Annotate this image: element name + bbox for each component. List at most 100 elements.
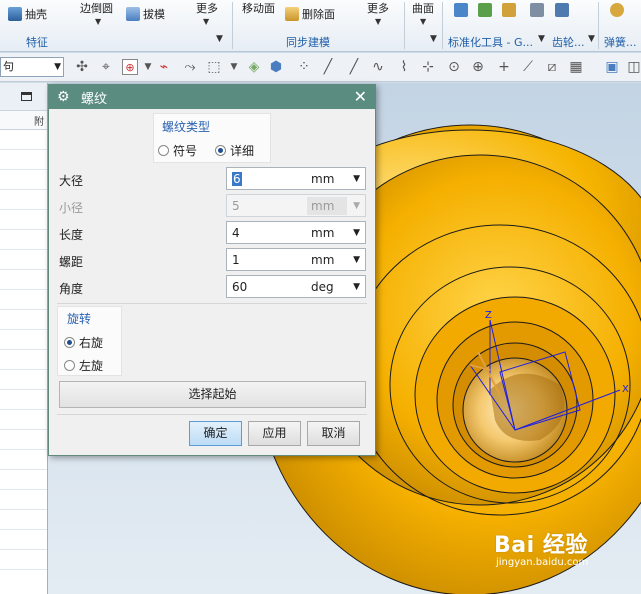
chevron-down-icon[interactable]: ▼ xyxy=(353,174,360,184)
gear-icon[interactable]: ⚙ xyxy=(57,90,71,104)
draft-button[interactable]: 拔模 xyxy=(126,6,165,22)
radio-label: 右旋 xyxy=(79,336,104,350)
std-tool-icon[interactable] xyxy=(502,3,516,17)
major-diameter-label: 大径 xyxy=(59,174,84,188)
unit-select[interactable]: deg xyxy=(311,280,334,294)
unit-select[interactable]: mm xyxy=(311,172,334,186)
tangent-icon[interactable]: ⟋ xyxy=(520,59,536,75)
chevron-down-icon[interactable]: ▼ xyxy=(140,59,156,75)
list-item[interactable] xyxy=(0,330,47,350)
left-hand-radio[interactable]: 左旋 xyxy=(64,357,103,374)
group-launcher-icon[interactable]: ▼ xyxy=(216,34,223,44)
spring-tool-icon[interactable] xyxy=(610,3,624,17)
point-cloud-icon[interactable]: ⁘ xyxy=(296,59,312,75)
right-hand-radio[interactable]: 右旋 xyxy=(64,334,103,351)
plus-icon[interactable]: + xyxy=(496,59,512,75)
radio-indicator xyxy=(64,360,75,371)
apply-button[interactable]: 应用 xyxy=(248,421,301,446)
group-launcher-icon[interactable]: ▼ xyxy=(538,34,545,44)
edge-icon[interactable]: ⧄ xyxy=(544,59,560,75)
list-item[interactable] xyxy=(0,450,47,470)
line-icon[interactable]: ╱ xyxy=(346,59,362,75)
gear-tool-icon[interactable] xyxy=(555,3,569,17)
list-item[interactable] xyxy=(0,470,47,490)
gear-tool-icon[interactable] xyxy=(530,3,544,17)
thread-type-symbolic-radio[interactable]: 符号 xyxy=(158,142,197,159)
move-face-button[interactable]: 移动面 xyxy=(242,0,275,16)
line-icon[interactable]: ╱ xyxy=(320,59,336,75)
list-item[interactable] xyxy=(0,490,47,510)
ok-button[interactable]: 确定 xyxy=(189,421,242,446)
chevron-down-icon[interactable]: ▼ xyxy=(353,282,360,292)
shell-icon xyxy=(8,7,22,21)
snap-icon[interactable]: ⌖ xyxy=(98,59,114,75)
more-sync-caret-icon[interactable]: ▼ xyxy=(375,17,381,26)
edge-blend-caret-icon[interactable]: ▼ xyxy=(95,17,101,26)
grid-icon[interactable]: ▦ xyxy=(568,59,584,75)
group-launcher-icon[interactable]: ▼ xyxy=(588,34,595,44)
maximize-icon[interactable] xyxy=(21,92,32,101)
list-item[interactable] xyxy=(0,430,47,450)
body-icon[interactable]: ⬢ xyxy=(268,59,284,75)
major-diameter-field[interactable]: 6 mm ▼ xyxy=(226,167,366,190)
list-item[interactable] xyxy=(0,130,47,150)
fit-view-icon[interactable]: ◫ xyxy=(626,59,641,75)
quadrant-icon[interactable]: ⊕ xyxy=(470,59,486,75)
list-item[interactable] xyxy=(0,350,47,370)
center-point-icon[interactable]: ⊙ xyxy=(446,59,462,75)
face-icon[interactable]: ◈ xyxy=(246,59,262,75)
length-label: 长度 xyxy=(59,228,84,242)
list-item[interactable] xyxy=(0,550,47,570)
part-navigator: 附 xyxy=(0,83,48,594)
surface-button[interactable]: 曲面 xyxy=(412,0,434,16)
view-icon[interactable]: ▣ xyxy=(604,59,620,75)
dialog-title-bar[interactable]: ⚙ 螺纹 ✕ xyxy=(49,85,375,109)
more-features-button[interactable]: 更多 xyxy=(196,0,218,16)
chevron-down-icon[interactable]: ▼ xyxy=(226,59,242,75)
shell-button[interactable]: 抽壳 xyxy=(8,6,47,22)
group-launcher-icon[interactable]: ▼ xyxy=(430,34,437,44)
list-item[interactable] xyxy=(0,250,47,270)
list-item[interactable] xyxy=(0,270,47,290)
std-tool-icon[interactable] xyxy=(454,3,468,17)
list-item[interactable] xyxy=(0,410,47,430)
unit-select[interactable]: mm xyxy=(311,253,334,267)
rectangle-select-icon[interactable]: ⬚ xyxy=(206,59,222,75)
list-item[interactable] xyxy=(0,530,47,550)
chevron-down-icon[interactable]: ▼ xyxy=(353,255,360,265)
type-filter-dropdown[interactable]: 句 ▼ xyxy=(0,57,64,77)
std-tool-icon[interactable] xyxy=(478,3,492,17)
spline-icon[interactable]: ⌇ xyxy=(396,59,412,75)
list-item[interactable] xyxy=(0,210,47,230)
deselect-icon[interactable]: ⤳ xyxy=(182,59,198,75)
select-filter-icon[interactable]: ✣ xyxy=(74,59,90,75)
surface-caret-icon[interactable]: ▼ xyxy=(420,17,426,26)
list-item[interactable] xyxy=(0,390,47,410)
list-item[interactable] xyxy=(0,510,47,530)
more-sync-button[interactable]: 更多 xyxy=(367,0,389,16)
list-item[interactable] xyxy=(0,310,47,330)
draft-icon xyxy=(126,7,140,21)
edge-blend-button[interactable]: 边倒圆 xyxy=(80,0,113,16)
close-icon[interactable]: ✕ xyxy=(354,87,367,106)
curve-icon[interactable]: ∿ xyxy=(370,59,386,75)
select-start-button[interactable]: 选择起始 xyxy=(59,381,366,408)
unit-select[interactable]: mm xyxy=(311,226,334,240)
thread-type-detailed-radio[interactable]: 详细 xyxy=(215,142,254,159)
angle-field[interactable]: 60 deg ▼ xyxy=(226,275,366,298)
intersection-icon[interactable]: ⊹ xyxy=(420,59,436,75)
list-item[interactable] xyxy=(0,150,47,170)
cancel-button[interactable]: 取消 xyxy=(307,421,360,446)
list-item[interactable] xyxy=(0,230,47,250)
length-field[interactable]: 4 mm ▼ xyxy=(226,221,366,244)
snap-point-icon[interactable]: ⌁ xyxy=(156,59,172,75)
chevron-down-icon[interactable]: ▼ xyxy=(353,228,360,238)
list-item[interactable] xyxy=(0,170,47,190)
list-item[interactable] xyxy=(0,190,47,210)
more-features-caret-icon[interactable]: ▼ xyxy=(203,17,209,26)
list-item[interactable] xyxy=(0,370,47,390)
list-item[interactable] xyxy=(0,290,47,310)
delete-face-button[interactable]: 删除面 xyxy=(285,6,335,22)
pitch-field[interactable]: 1 mm ▼ xyxy=(226,248,366,271)
selection-scope-icon[interactable]: ⊕ xyxy=(122,59,138,75)
